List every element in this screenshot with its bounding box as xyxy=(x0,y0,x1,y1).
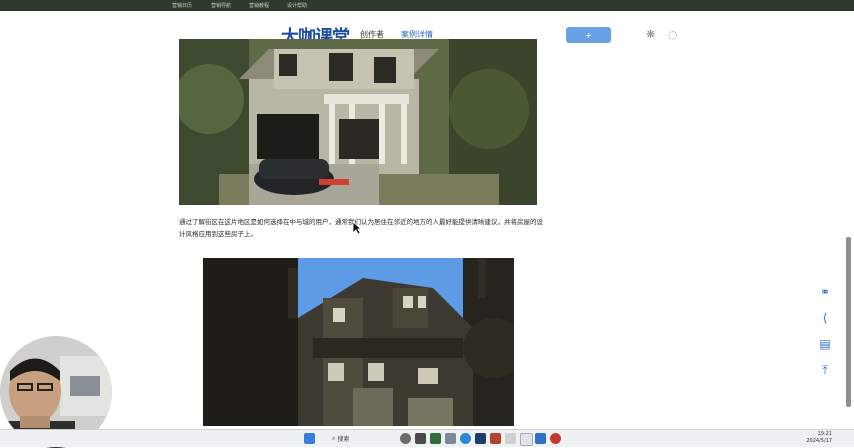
taskbar-search[interactable]: ⌕ 搜索 xyxy=(332,433,386,444)
clock-time: 19:21 xyxy=(817,431,832,437)
house-photo-1 xyxy=(179,39,537,205)
clock-date: 2024/5/17 xyxy=(806,438,832,444)
app-icon-9[interactable] xyxy=(535,433,546,444)
app-icon-1[interactable] xyxy=(400,433,411,444)
taskbar-search-label: 搜索 xyxy=(337,436,350,443)
os-taskbar: ⌕ 搜索 19:21 2024/5/17 xyxy=(0,429,854,447)
header-action-button[interactable]: + xyxy=(566,27,611,43)
share-icon[interactable]: ⟨ xyxy=(816,309,834,327)
app-icon-5[interactable] xyxy=(475,433,486,444)
share-circles-icon[interactable]: ⚭ xyxy=(816,283,834,301)
settings-icon[interactable]: ❋ xyxy=(646,28,655,41)
loading-icon[interactable]: ◌ xyxy=(668,28,678,41)
site-header: 大咖课堂 创作者 案例详情 + ❋ ◌ xyxy=(0,11,854,48)
app-icon-10[interactable] xyxy=(550,433,561,444)
page-scrollbar[interactable] xyxy=(846,237,851,407)
top-link-2[interactable]: 营销导航 xyxy=(211,2,231,9)
search-icon: ⌕ xyxy=(332,434,336,442)
app-icon-3[interactable] xyxy=(430,433,441,444)
app-icon-2[interactable] xyxy=(415,433,426,444)
house-photo-2 xyxy=(203,258,514,426)
mouse-cursor-icon xyxy=(352,220,363,235)
top-nav-bar: 营销日历 营销导航 营销教程 设计帮助 xyxy=(0,0,854,11)
top-link-4[interactable]: 设计帮助 xyxy=(287,2,307,9)
app-icon-4[interactable] xyxy=(445,433,456,444)
document-icon[interactable]: ▤ xyxy=(816,335,834,353)
app-icon-6[interactable] xyxy=(490,433,501,444)
browser-icon[interactable] xyxy=(460,433,471,444)
top-link-3[interactable]: 营销教程 xyxy=(249,2,269,9)
app-icon-8[interactable] xyxy=(520,433,533,446)
top-link-1[interactable]: 营销日历 xyxy=(172,2,192,9)
back-to-top-icon[interactable]: ⤒ xyxy=(816,361,834,379)
system-clock[interactable]: 19:21 2024/5/17 xyxy=(806,431,832,445)
app-icon-7[interactable] xyxy=(505,433,516,444)
start-icon[interactable] xyxy=(304,433,315,444)
